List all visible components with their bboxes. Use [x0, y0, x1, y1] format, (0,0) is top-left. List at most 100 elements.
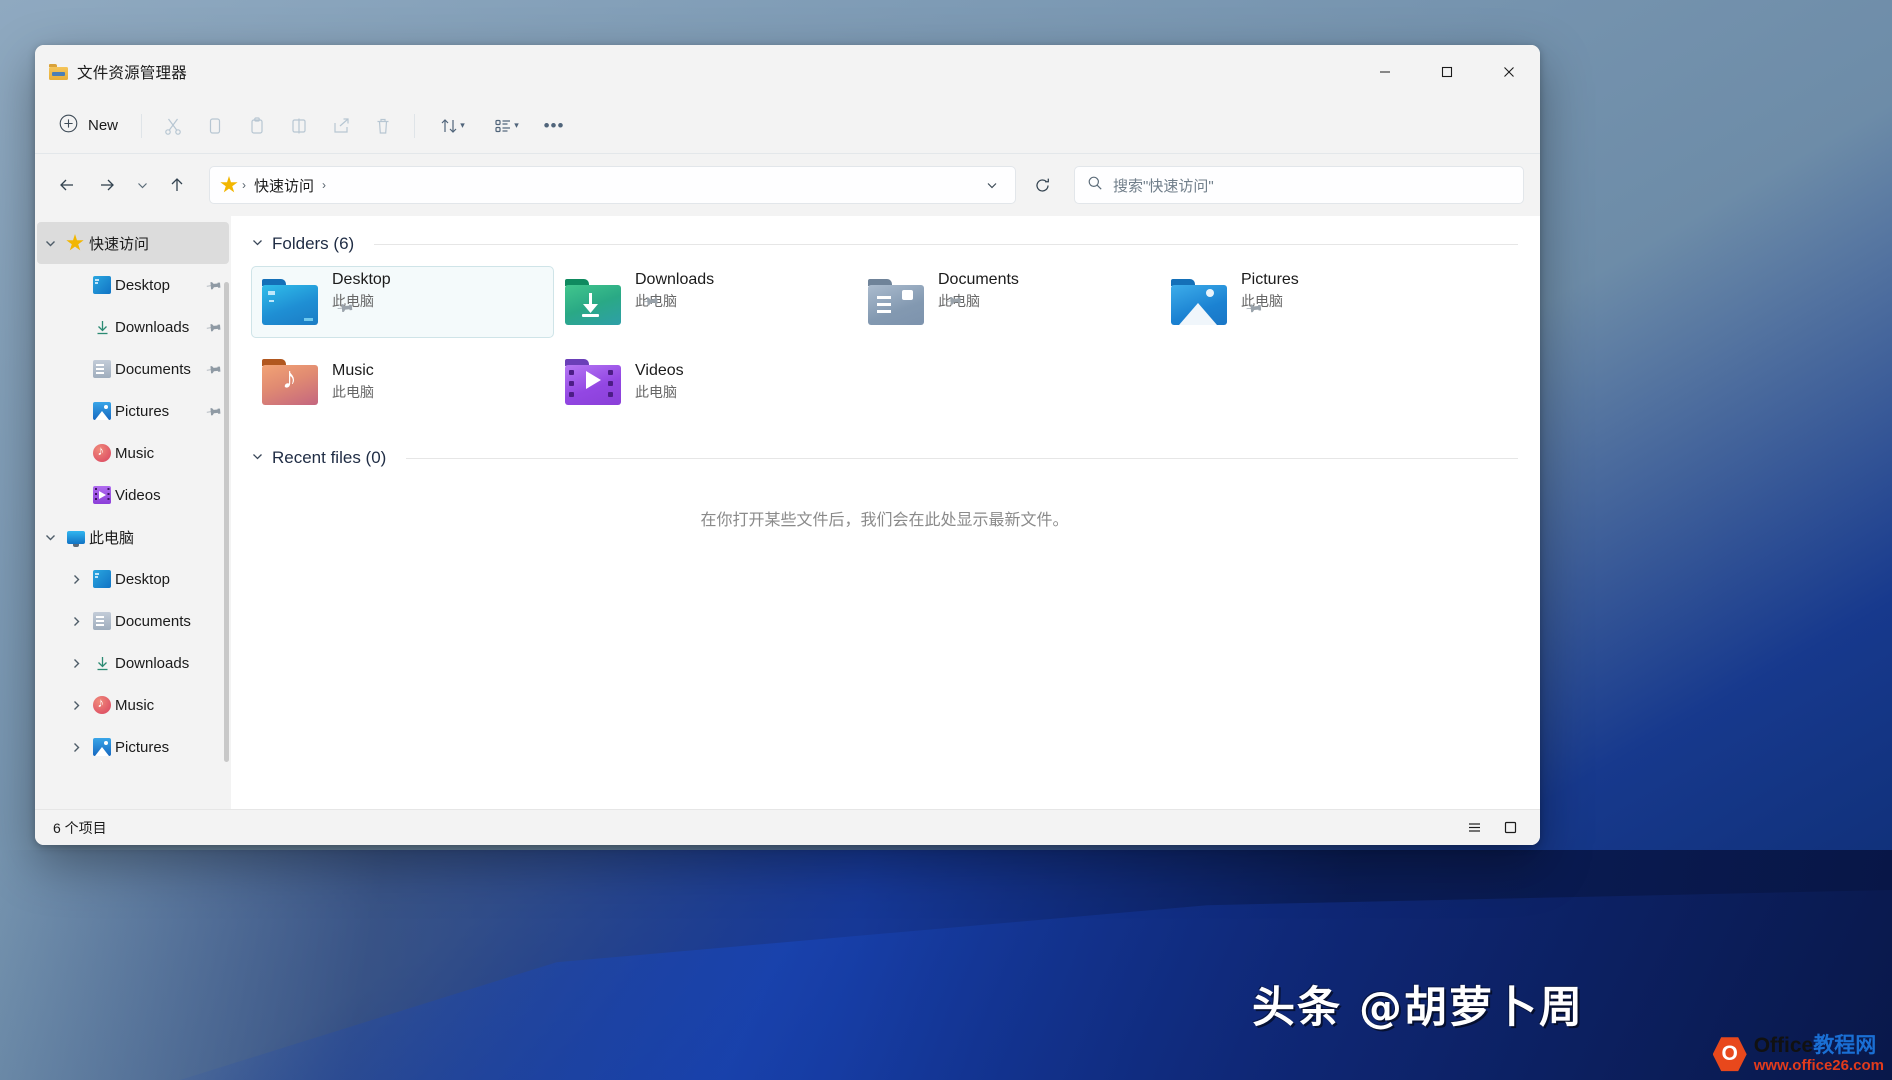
pin-icon	[200, 357, 225, 382]
sidebar-item-documents[interactable]: Documents	[37, 600, 229, 642]
sidebar-item-label: 快速访问	[89, 235, 150, 253]
sidebar-item-pictures[interactable]: Pictures	[37, 726, 229, 768]
folder-tile-downloads[interactable]: Downloads此电脑	[554, 266, 857, 338]
chevron-right-icon[interactable]	[63, 573, 89, 586]
pin-icon	[200, 399, 225, 424]
address-bar-actions	[975, 169, 1009, 201]
plus-circle-icon	[59, 114, 78, 137]
sidebar-item-label: Downloads	[115, 654, 190, 672]
folder-tile-name: Downloads	[635, 271, 715, 288]
forward-button[interactable]	[87, 166, 127, 204]
chevron-down-icon: ▾	[460, 120, 465, 130]
documents-icon	[89, 612, 115, 630]
folder-tile-location: 此电脑	[332, 384, 374, 400]
sidebar-item-label: Desktop	[115, 276, 171, 294]
sidebar-item-label: Pictures	[115, 738, 170, 756]
sidebar-item-label: Videos	[115, 486, 161, 504]
sidebar-item-label: Pictures	[115, 402, 170, 420]
file-explorer-window: 文件资源管理器 New ▾ ▾ ••• › 快速访问 › 搜索"快速访问" 快速…	[35, 45, 1540, 845]
sidebar-scrollbar[interactable]	[224, 282, 229, 762]
breadcrumb: › 快速访问 ›	[240, 172, 328, 199]
folder-videos-icon	[565, 359, 621, 405]
more-options-button[interactable]: •••	[533, 107, 575, 145]
chevron-right-icon[interactable]	[63, 699, 89, 712]
window-body: 快速访问 Desktop Downloads Documents Pictures Mus…	[35, 216, 1540, 809]
folder-icon	[49, 63, 68, 80]
large-icons-view-button[interactable]	[1494, 814, 1526, 842]
folder-tile-name: Desktop	[332, 271, 391, 288]
sidebar-item-music[interactable]: Music	[37, 684, 229, 726]
sidebar-item-downloads[interactable]: Downloads	[37, 642, 229, 684]
rename-button[interactable]	[278, 107, 320, 145]
toutiao-watermark: 头条 @胡萝卜周	[1252, 983, 1584, 1033]
up-button[interactable]	[157, 166, 197, 204]
navigation-pane: 快速访问 Desktop Downloads Documents Pictures Mus…	[35, 216, 231, 809]
sidebar-item-label: Documents	[115, 612, 191, 630]
office-watermark-text: Office教程网 www.office26.com	[1754, 1034, 1884, 1074]
folder-downloads-icon	[565, 279, 621, 325]
folder-tile-music[interactable]: ♪ Music 此电脑	[251, 346, 554, 418]
content-pane: Folders (6) Desktop此电脑Downloads此电脑Docume…	[231, 216, 1540, 809]
search-input[interactable]: 搜索"快速访问"	[1113, 175, 1214, 196]
delete-button[interactable]	[362, 107, 404, 145]
search-box[interactable]: 搜索"快速访问"	[1074, 166, 1524, 204]
folder-tile-desktop[interactable]: Desktop 此电脑	[251, 266, 554, 338]
office-watermark-name-black: Office	[1753, 1034, 1814, 1058]
chevron-right-icon[interactable]	[63, 657, 89, 670]
chevron-right-icon[interactable]	[63, 741, 89, 754]
breadcrumb-separator-2[interactable]: ›	[320, 178, 328, 192]
recent-locations-button[interactable]	[127, 166, 157, 204]
sidebar-item-desktop[interactable]: Desktop	[37, 558, 229, 600]
folder-tile-videos[interactable]: Videos 此电脑	[554, 346, 857, 418]
sidebar-item-videos[interactable]: Videos	[37, 474, 229, 516]
address-dropdown-button[interactable]	[975, 169, 1009, 201]
folder-tile-name: Pictures	[1241, 271, 1299, 288]
navigation-bar: › 快速访问 › 搜索"快速访问"	[35, 154, 1540, 216]
sidebar-item-downloads[interactable]: Downloads	[37, 306, 229, 348]
folder-tile-pictures[interactable]: Pictures 此电脑	[1160, 266, 1463, 338]
sidebar-item-desktop[interactable]: Desktop	[37, 264, 229, 306]
recent-files-empty-message: 在你打开某些文件后，我们会在此处显示最新文件。	[700, 512, 1069, 529]
chevron-right-icon[interactable]	[63, 615, 89, 628]
chevron-down-icon[interactable]	[251, 236, 264, 252]
folder-tile-texts: Downloads此电脑	[635, 271, 714, 333]
desktop-icon	[89, 570, 115, 588]
pictures-icon	[89, 402, 115, 420]
chevron-down-icon[interactable]	[37, 237, 63, 250]
section-divider-2	[406, 457, 1518, 459]
window-controls	[1354, 45, 1540, 98]
recent-files-section-header[interactable]: Recent files (0)	[251, 448, 1518, 468]
office-logo-icon: O	[1712, 1037, 1747, 1072]
folder-tile-documents[interactable]: Documents此电脑	[857, 266, 1160, 338]
paste-button[interactable]	[236, 107, 278, 145]
sidebar-item-此电脑[interactable]: 此电脑	[37, 516, 229, 558]
new-button-label: New	[88, 117, 119, 134]
folders-section-title: Folders (6)	[272, 234, 355, 253]
this-pc-icon	[63, 530, 89, 547]
maximize-button[interactable]	[1416, 45, 1478, 98]
sidebar-item-pictures[interactable]: Pictures	[37, 390, 229, 432]
chevron-down-icon[interactable]	[251, 450, 264, 466]
office-watermark-url: www.office26.com	[1753, 1056, 1884, 1074]
details-view-button[interactable]	[1458, 814, 1490, 842]
sidebar-item-快速访问[interactable]: 快速访问	[37, 222, 229, 264]
folders-section-header[interactable]: Folders (6)	[251, 234, 1518, 254]
folder-pictures-icon	[1171, 279, 1227, 325]
window-title: 文件资源管理器	[77, 64, 187, 82]
chevron-down-icon[interactable]	[37, 531, 63, 544]
breadcrumb-item-quick-access[interactable]: 快速访问	[248, 172, 320, 199]
cut-button[interactable]	[152, 107, 194, 145]
new-button[interactable]: New	[49, 108, 131, 144]
sort-button[interactable]: ▾	[425, 107, 479, 145]
minimize-button[interactable]	[1354, 45, 1416, 98]
share-button[interactable]	[320, 107, 362, 145]
address-bar[interactable]: › 快速访问 ›	[209, 166, 1016, 204]
view-button[interactable]: ▾	[479, 107, 533, 145]
copy-button[interactable]	[194, 107, 236, 145]
refresh-button[interactable]	[1022, 166, 1062, 204]
close-button[interactable]	[1478, 45, 1540, 98]
sidebar-item-music[interactable]: Music	[37, 432, 229, 474]
star-icon	[63, 234, 89, 252]
sidebar-item-documents[interactable]: Documents	[37, 348, 229, 390]
back-button[interactable]	[47, 166, 87, 204]
